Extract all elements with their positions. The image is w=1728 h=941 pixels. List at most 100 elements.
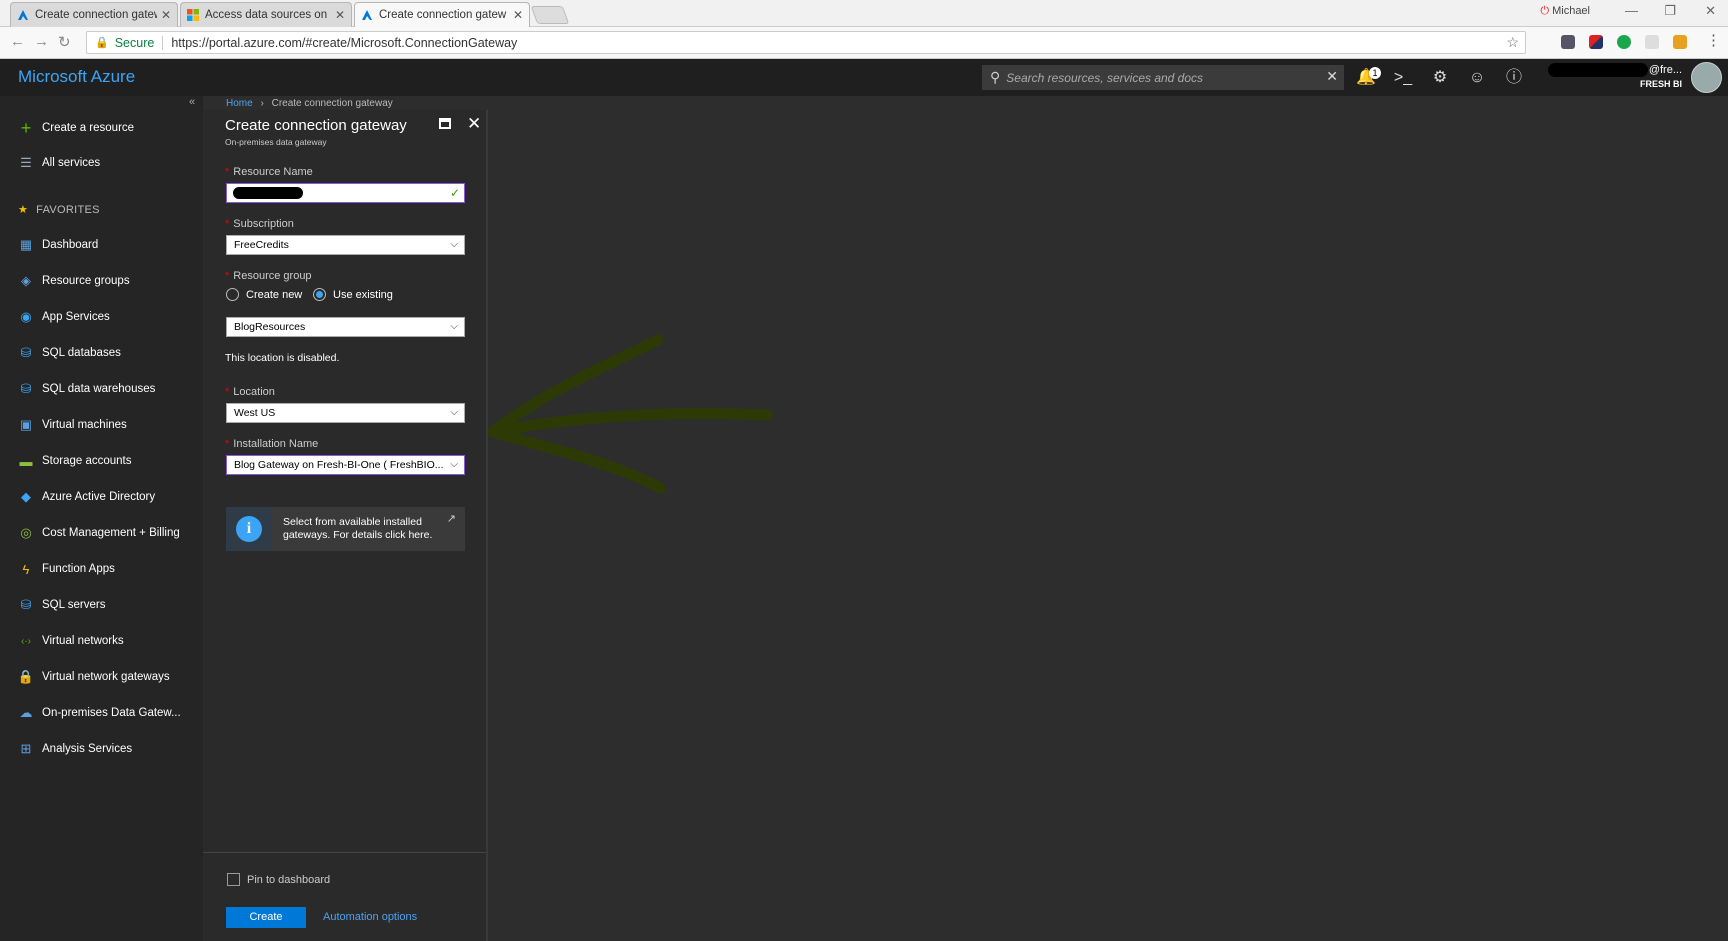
- global-search-input[interactable]: ⚲ Search resources, services and docs ✕: [982, 65, 1344, 90]
- sidebar-item-function-apps[interactable]: ϟ Function Apps: [0, 554, 203, 584]
- redacted-resource-name: [233, 187, 303, 199]
- sidebar-item-azure-active-directory[interactable]: ◆ Azure Active Directory: [0, 482, 203, 512]
- back-icon[interactable]: ←: [10, 33, 25, 50]
- sidebar-item-all-services[interactable]: ☰ All services: [0, 148, 203, 178]
- sidebar-item-storage-accounts[interactable]: ▬ Storage accounts: [0, 446, 203, 476]
- chevron-down-icon: ⌵: [450, 407, 458, 418]
- help-icon[interactable]: ⓘ: [1497, 65, 1531, 90]
- browser-profile[interactable]: ⏻ Michael: [1540, 5, 1590, 18]
- use-existing-radio[interactable]: Use existing: [313, 288, 393, 301]
- sidebar: « + Create a resource ☰ All services ★ FA…: [0, 96, 203, 941]
- avatar[interactable]: [1691, 62, 1722, 93]
- extension-icon[interactable]: [1589, 35, 1603, 49]
- sql-warehouse-icon: ⛁: [20, 381, 32, 396]
- sidebar-item-analysis-services[interactable]: ⊞ Analysis Services: [0, 734, 203, 764]
- maximize-icon[interactable]: [439, 118, 451, 129]
- microsoft-favicon-icon: [187, 9, 199, 21]
- reload-icon[interactable]: ↻: [58, 33, 71, 51]
- info-box[interactable]: i Select from available installed gatewa…: [226, 507, 465, 551]
- clear-search-icon[interactable]: ✕: [1326, 68, 1338, 85]
- notifications-bell-icon[interactable]: 🔔 1: [1349, 65, 1383, 90]
- search-placeholder: Search resources, services and docs: [1006, 70, 1204, 85]
- sidebar-item-app-services[interactable]: ◉ App Services: [0, 302, 203, 332]
- resource-group-select[interactable]: BlogResources ⌵: [226, 317, 465, 337]
- restore-icon[interactable]: ❐: [1664, 3, 1676, 19]
- virtual-network-icon: ‹·›: [21, 635, 31, 647]
- sql-database-icon: ⛁: [20, 345, 32, 360]
- chrome-menu-icon[interactable]: ⋮: [1706, 31, 1721, 49]
- sql-server-icon: ⛁: [20, 597, 32, 612]
- browser-tab[interactable]: Create connection gatew ✕: [10, 2, 178, 27]
- info-icon-container: i: [226, 507, 272, 551]
- radio-button-selected[interactable]: [313, 288, 326, 301]
- resource-group-label: * Resource group: [225, 270, 312, 282]
- close-tab-icon[interactable]: ✕: [335, 8, 345, 22]
- blade-subtitle: On-premises data gateway: [225, 137, 327, 147]
- create-button[interactable]: Create: [226, 907, 306, 928]
- close-window-icon[interactable]: ✕: [1705, 3, 1716, 19]
- automation-options-link[interactable]: Automation options: [323, 911, 417, 923]
- divider: [162, 35, 164, 50]
- resource-name-input[interactable]: ✓: [226, 183, 465, 203]
- bookmark-star-icon[interactable]: ☆: [1506, 34, 1519, 51]
- forward-icon[interactable]: →: [34, 33, 49, 50]
- sidebar-item-virtual-networks[interactable]: ‹·› Virtual networks: [0, 626, 203, 656]
- create-new-radio[interactable]: Create new: [226, 288, 302, 301]
- external-link-icon[interactable]: ↗: [447, 512, 456, 525]
- sidebar-item-sql-databases[interactable]: ⛁ SQL databases: [0, 338, 203, 368]
- subscription-label: * Subscription: [225, 218, 294, 230]
- minimize-icon[interactable]: —: [1625, 3, 1638, 18]
- sidebar-item-virtual-network-gateways[interactable]: 🔒 Virtual network gateways: [0, 662, 203, 692]
- location-select[interactable]: West US ⌵: [226, 403, 465, 423]
- cloud-shell-icon[interactable]: >_: [1386, 65, 1420, 90]
- azure-favicon-icon: [362, 10, 372, 20]
- installation-name-label: * Installation Name: [225, 438, 319, 450]
- close-tab-icon[interactable]: ✕: [513, 8, 523, 22]
- redacted-username: [1548, 63, 1648, 77]
- close-icon[interactable]: ✕: [467, 114, 481, 134]
- sidebar-item-virtual-machines[interactable]: ▣ Virtual machines: [0, 410, 203, 440]
- sidebar-item-sql-data-warehouses[interactable]: ⛁ SQL data warehouses: [0, 374, 203, 404]
- grammarly-icon[interactable]: [1617, 35, 1631, 49]
- close-tab-icon[interactable]: ✕: [161, 8, 171, 22]
- info-icon: i: [236, 516, 262, 542]
- url-text: https://portal.azure.com/#create/Microso…: [171, 35, 518, 50]
- list-icon: ☰: [20, 155, 32, 170]
- sidebar-item-create-resource[interactable]: + Create a resource: [0, 113, 203, 143]
- installation-name-select[interactable]: Blog Gateway on Fresh-BI-One ( FreshBIO.…: [226, 455, 465, 475]
- app-services-icon: ◉: [20, 309, 32, 324]
- sidebar-item-sql-servers[interactable]: ⛁ SQL servers: [0, 590, 203, 620]
- extension-icon[interactable]: [1673, 35, 1687, 49]
- browser-tab[interactable]: Access data sources on p ✕: [180, 2, 352, 27]
- browser-tab-active[interactable]: Create connection gatew ✕: [354, 2, 530, 27]
- settings-gear-icon[interactable]: ⚙: [1423, 65, 1457, 90]
- tab-title: Create connection gatew: [379, 9, 507, 21]
- divider: [203, 852, 486, 853]
- checkbox[interactable]: [227, 873, 240, 886]
- blade-title: Create connection gateway: [225, 117, 407, 134]
- extension-shield-icon[interactable]: [1561, 35, 1575, 49]
- new-tab-button[interactable]: [530, 6, 570, 24]
- chevron-down-icon: ⌵: [450, 321, 458, 332]
- radio-button[interactable]: [226, 288, 239, 301]
- collapse-sidebar-icon[interactable]: «: [189, 96, 195, 108]
- resource-groups-icon: ◈: [21, 273, 31, 288]
- feedback-smiley-icon[interactable]: ☺: [1460, 65, 1494, 90]
- sidebar-item-resource-groups[interactable]: ◈ Resource groups: [0, 266, 203, 296]
- pin-to-dashboard-checkbox[interactable]: Pin to dashboard: [227, 873, 330, 886]
- extension-icon[interactable]: [1645, 35, 1659, 49]
- star-icon: ★: [18, 204, 29, 216]
- brand-logo[interactable]: Microsoft Azure: [18, 67, 135, 87]
- sidebar-item-cost-management[interactable]: ◎ Cost Management + Billing: [0, 518, 203, 548]
- chevron-down-icon: ⌵: [450, 459, 458, 470]
- create-gateway-blade: Create connection gateway On-premises da…: [203, 110, 488, 941]
- subscription-select[interactable]: FreeCredits ⌵: [226, 235, 465, 255]
- function-apps-icon: ϟ: [22, 561, 30, 577]
- sidebar-item-on-premises-data-gateways[interactable]: ☁ On-premises Data Gatew...: [0, 698, 203, 728]
- url-bar[interactable]: 🔒 Secure https://portal.azure.com/#creat…: [86, 31, 1526, 54]
- annotation-arrow-icon: [488, 334, 774, 494]
- breadcrumb-home-link[interactable]: Home: [226, 98, 253, 109]
- user-account[interactable]: @fre... FRESH BI: [1640, 63, 1682, 91]
- sidebar-item-dashboard[interactable]: ▦ Dashboard: [0, 230, 203, 260]
- analysis-services-icon: ⊞: [20, 741, 32, 756]
